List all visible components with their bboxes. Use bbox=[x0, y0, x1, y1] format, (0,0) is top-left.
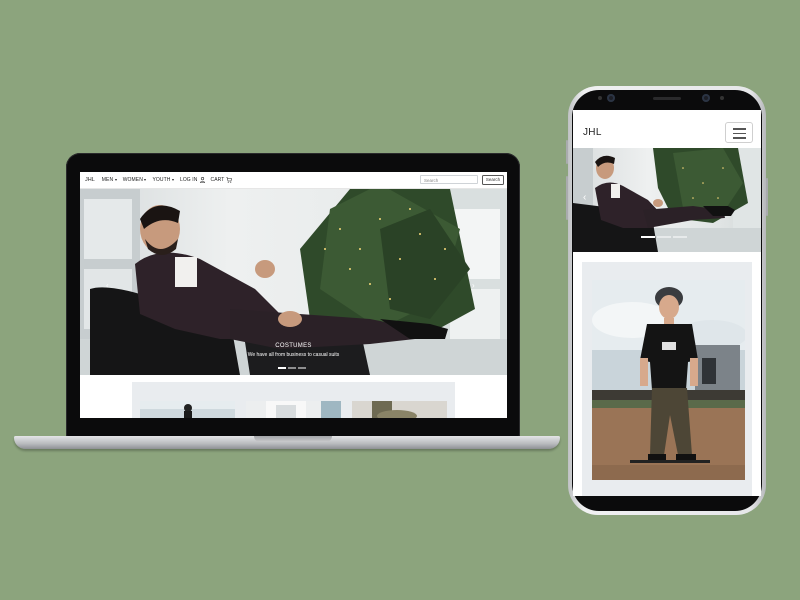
carousel-indicators bbox=[278, 367, 306, 369]
carousel-indicator[interactable] bbox=[673, 236, 687, 238]
nav-item-women[interactable]: WOMEN bbox=[123, 177, 147, 183]
caret-down-icon bbox=[171, 179, 174, 181]
phone-navbar: JHL bbox=[573, 110, 761, 148]
phone-product-card[interactable] bbox=[592, 280, 745, 480]
carousel-caption-subtitle: We have all from business to casual suit… bbox=[247, 352, 340, 358]
phone-camera-icon bbox=[702, 94, 710, 102]
phone-sensor bbox=[598, 96, 602, 100]
search-button[interactable]: Search bbox=[482, 175, 504, 185]
laptop-menu: MEN WOMEN YOUTH LOG IN CART bbox=[102, 177, 239, 183]
nav-item-label: YOUTH bbox=[152, 177, 171, 183]
product-card[interactable] bbox=[140, 401, 235, 418]
phone-sensor bbox=[720, 96, 724, 100]
caret-down-icon bbox=[114, 179, 117, 181]
product-card[interactable] bbox=[246, 401, 341, 418]
phone-speaker bbox=[653, 97, 681, 100]
phone-carousel-prev-button[interactable]: ‹ bbox=[583, 192, 586, 203]
cart-icon bbox=[226, 177, 233, 183]
phone-side-button bbox=[766, 178, 768, 216]
carousel-indicator[interactable] bbox=[298, 367, 306, 369]
hero-carousel: ‹ › COSTUMES We have all from business t… bbox=[80, 189, 507, 375]
phone-carousel-indicators bbox=[641, 236, 687, 238]
caret-down-icon bbox=[144, 179, 147, 181]
carousel-next-button[interactable]: › bbox=[472, 281, 475, 290]
nav-item-cart[interactable]: CART bbox=[211, 177, 233, 183]
phone-screen: JHL ‹ bbox=[573, 110, 761, 496]
nav-item-youth[interactable]: YOUTH bbox=[152, 177, 174, 183]
laptop-brand[interactable]: JHL bbox=[85, 177, 95, 183]
carousel-indicator[interactable] bbox=[288, 367, 296, 369]
nav-item-label: LOG IN bbox=[179, 177, 198, 183]
laptop-trackpad-notch bbox=[254, 436, 332, 442]
phone-camera-icon bbox=[607, 94, 615, 102]
carousel-indicator[interactable] bbox=[278, 367, 286, 369]
carousel-indicator[interactable] bbox=[657, 236, 671, 238]
search-input[interactable]: Search bbox=[420, 175, 478, 184]
carousel-caption-title: COSTUMES bbox=[275, 343, 312, 349]
nav-item-men[interactable]: MEN bbox=[102, 177, 117, 183]
nav-item-label: MEN bbox=[101, 177, 114, 183]
nav-item-label: CART bbox=[210, 177, 225, 183]
laptop-navbar: JHL MEN WOMEN YOUTH LOG IN CART Search S… bbox=[80, 172, 507, 189]
phone-brand[interactable]: JHL bbox=[583, 127, 602, 138]
user-icon bbox=[199, 177, 205, 183]
nav-item-label: WOMEN bbox=[122, 177, 143, 183]
menu-icon[interactable] bbox=[725, 122, 753, 143]
nav-item-login[interactable]: LOG IN bbox=[180, 177, 205, 183]
carousel-prev-button[interactable]: ‹ bbox=[106, 281, 109, 290]
laptop-screen: JHL MEN WOMEN YOUTH LOG IN CART Search S… bbox=[80, 172, 507, 418]
product-image bbox=[592, 280, 745, 480]
carousel-indicator[interactable] bbox=[641, 236, 655, 238]
product-card[interactable] bbox=[352, 401, 447, 418]
phone-hero-carousel: ‹ bbox=[573, 148, 761, 252]
